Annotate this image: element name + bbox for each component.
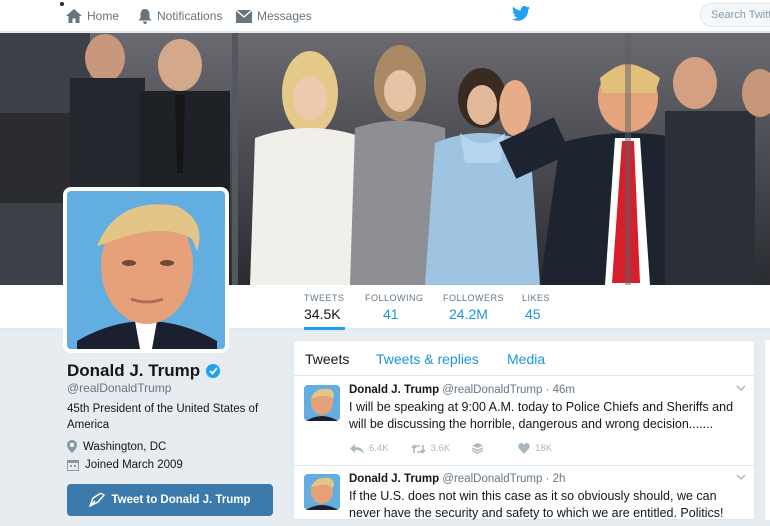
stat-followers[interactable]: FOLLOWERS 24.2M bbox=[443, 293, 504, 322]
profile-bio: 45th President of the United States of A… bbox=[67, 403, 259, 431]
stat-followers-value: 24.2M bbox=[449, 306, 488, 322]
tweet-timestamp[interactable]: · 2h bbox=[546, 473, 566, 485]
stat-tweets-value: 34.5K bbox=[304, 306, 341, 322]
nav-messages-label: Messages bbox=[257, 9, 312, 23]
search-input[interactable]: Search Twitter bbox=[700, 3, 770, 27]
tweet-actions: 6.4K 3.6K 18K bbox=[350, 443, 574, 454]
verified-badge-icon bbox=[206, 364, 221, 378]
tab-media[interactable]: Media bbox=[507, 351, 545, 367]
chevron-down-icon[interactable] bbox=[736, 385, 746, 391]
like-count: 18K bbox=[535, 443, 552, 454]
like-action[interactable]: 18K bbox=[518, 443, 552, 454]
tweet-author-handle[interactable]: @realDonaldTrump bbox=[442, 384, 542, 396]
tweet-text: I will be speaking at 9:00 A.M. today to… bbox=[349, 400, 734, 431]
calendar-icon bbox=[67, 460, 79, 471]
tweet-author-avatar[interactable] bbox=[304, 474, 340, 510]
notification-dot bbox=[60, 2, 64, 6]
nav-notifications[interactable]: Notifications bbox=[138, 0, 222, 32]
retweet-action[interactable]: 3.6K bbox=[410, 443, 451, 454]
right-sidebar-edge bbox=[764, 340, 770, 520]
chevron-down-icon[interactable] bbox=[736, 474, 746, 480]
stat-likes-label: LIKES bbox=[522, 293, 551, 303]
twitter-bird-icon[interactable] bbox=[512, 6, 530, 21]
stat-followers-label: FOLLOWERS bbox=[443, 293, 505, 303]
stat-likes-value: 45 bbox=[525, 306, 541, 322]
tweet-header: Donald J. Trump @realDonaldTrump · 2h bbox=[349, 473, 565, 485]
stat-following-value: 41 bbox=[383, 306, 399, 322]
stat-following-label: FOLLOWING bbox=[365, 293, 424, 303]
reply-count: 6.4K bbox=[369, 443, 389, 454]
stack-icon bbox=[472, 443, 484, 454]
profile-avatar[interactable] bbox=[63, 187, 229, 353]
location-pin-icon bbox=[67, 440, 77, 453]
profile-joined: Joined March 2009 bbox=[67, 459, 183, 471]
tweet-author-name[interactable]: Donald J. Trump bbox=[349, 384, 439, 396]
tab-tweets[interactable]: Tweets bbox=[305, 351, 349, 367]
bell-icon bbox=[138, 8, 152, 24]
nav-notifications-label: Notifications bbox=[157, 9, 223, 23]
heart-icon bbox=[518, 443, 530, 454]
tweet-author-handle[interactable]: @realDonaldTrump bbox=[442, 473, 542, 485]
stat-following[interactable]: FOLLOWING 41 bbox=[365, 293, 424, 322]
reply-icon bbox=[350, 443, 364, 454]
nav-home[interactable]: Home bbox=[66, 0, 119, 32]
tweet-to-button[interactable]: Tweet to Donald J. Trump bbox=[67, 484, 273, 516]
profile-location: Washington, DC bbox=[67, 440, 166, 453]
profile-handle[interactable]: @realDonaldTrump bbox=[67, 381, 171, 395]
home-icon bbox=[66, 9, 82, 23]
timeline-panel: Tweets Tweets & replies Media Donald J. … bbox=[293, 340, 755, 520]
timeline-tabs: Tweets Tweets & replies Media bbox=[294, 341, 754, 376]
retweet-count: 3.6K bbox=[430, 443, 451, 454]
profile-location-text: Washington, DC bbox=[83, 440, 167, 453]
tweet-author-avatar[interactable] bbox=[304, 385, 340, 421]
tweet-item[interactable]: Donald J. Trump @realDonaldTrump · 46m I… bbox=[294, 377, 754, 466]
stat-likes[interactable]: LIKES 45 bbox=[522, 293, 550, 322]
retweet-icon bbox=[410, 443, 426, 454]
envelope-icon bbox=[236, 9, 252, 23]
tab-tweets-replies[interactable]: Tweets & replies bbox=[376, 351, 479, 367]
nav-home-label: Home bbox=[87, 9, 120, 23]
tweet-author-name[interactable]: Donald J. Trump bbox=[349, 473, 439, 485]
tweet-header: Donald J. Trump @realDonaldTrump · 46m bbox=[349, 384, 575, 396]
reply-action[interactable]: 6.4K bbox=[350, 443, 389, 454]
compose-icon bbox=[89, 493, 106, 507]
analytics-action[interactable] bbox=[472, 443, 488, 454]
tweet-to-button-label: Tweet to Donald J. Trump bbox=[111, 494, 251, 506]
stat-tweets[interactable]: TWEETS 34.5K bbox=[304, 293, 345, 330]
top-nav-bar: Home Notifications Messages Search Twitt… bbox=[0, 0, 770, 32]
profile-name: Donald J. Trump bbox=[67, 361, 221, 381]
profile-joined-text: Joined March 2009 bbox=[85, 459, 183, 471]
stat-tweets-label: TWEETS bbox=[304, 293, 345, 303]
tweet-text: If the U.S. does not win this case as it… bbox=[349, 489, 724, 520]
profile-name-text: Donald J. Trump bbox=[67, 361, 201, 380]
nav-messages[interactable]: Messages bbox=[236, 0, 312, 32]
tweet-timestamp[interactable]: · 46m bbox=[546, 384, 575, 396]
tweet-item[interactable]: Donald J. Trump @realDonaldTrump · 2h If… bbox=[294, 466, 754, 526]
